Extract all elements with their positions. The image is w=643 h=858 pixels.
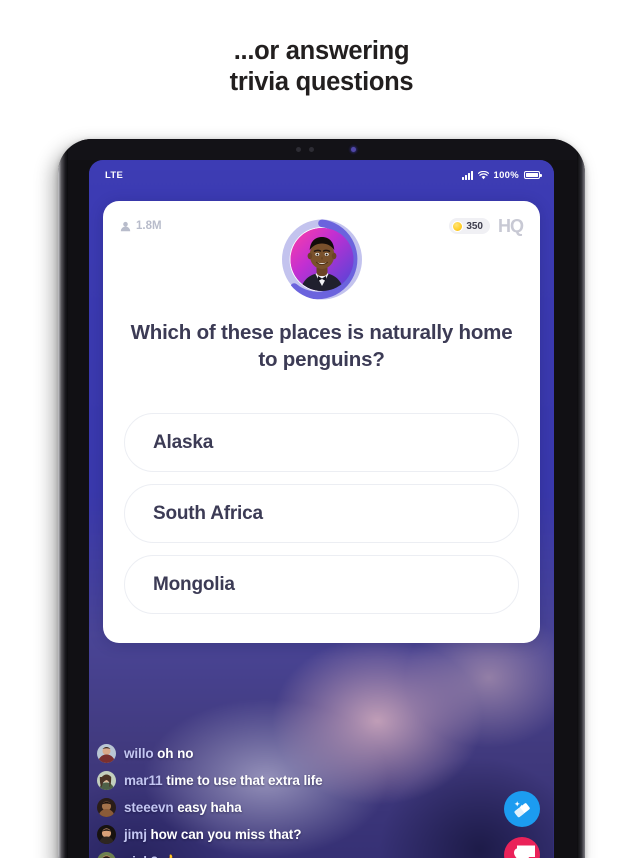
- comment-button[interactable]: [504, 837, 540, 858]
- battery-icon: [524, 171, 542, 179]
- question-card: 1.8M 350 HQ Which of these places is nat…: [103, 201, 540, 643]
- chat-body: how can you miss that?: [150, 827, 302, 842]
- status-bar: LTE 100%: [89, 160, 554, 190]
- status-bar-right: 100%: [461, 169, 542, 181]
- question-text: Which of these places is naturally home …: [130, 321, 513, 371]
- sensor-dot-icon: [309, 147, 314, 152]
- wifi-icon: [477, 170, 489, 180]
- speech-bubble-icon: [517, 845, 535, 858]
- answer-list: Alaska South Africa Mongolia: [124, 413, 519, 614]
- avatar: [97, 825, 116, 844]
- answer-option-3[interactable]: Mongolia: [124, 555, 519, 614]
- viewer-count-label: 1.8M: [136, 220, 162, 232]
- avatar: [97, 771, 116, 790]
- carrier-label: LTE: [105, 169, 124, 181]
- coin-icon: [452, 220, 464, 232]
- viewer-count: 1.8M: [120, 220, 162, 232]
- page-root: ...or answering trivia questions LTE 100…: [0, 0, 643, 858]
- avatar: [97, 798, 116, 817]
- avatar: [97, 852, 116, 858]
- chat-username: steeevn: [124, 800, 174, 815]
- chat-body: time to use that extra life: [166, 773, 323, 788]
- avatar: [97, 744, 116, 763]
- chat-username: mar11: [124, 773, 163, 788]
- chat-username: jimj: [124, 827, 147, 842]
- front-camera-icon: [351, 147, 356, 152]
- chat-message-text: steeevn easy haha: [124, 800, 242, 815]
- chat-body: 👍: [162, 854, 179, 858]
- hq-logo: HQ: [498, 216, 524, 236]
- device-screen: LTE 100% 1.8M 350 HQ Which of these plac…: [89, 160, 554, 858]
- chat-list: willo oh no mar11 time to use that extra…: [89, 740, 554, 858]
- chat-message: willo oh no: [97, 740, 554, 767]
- chat-body: easy haha: [177, 800, 242, 815]
- eraser-button[interactable]: [504, 791, 540, 827]
- device-bezel-top: [68, 139, 577, 160]
- chat-message: jimj how can you miss that?: [97, 821, 554, 848]
- chat-message-text: jimj how can you miss that?: [124, 827, 301, 842]
- coin-balance[interactable]: 350: [449, 218, 490, 234]
- chat-message-text: nick2 👍: [124, 854, 179, 858]
- card-header-right: 350 HQ: [449, 216, 524, 236]
- host-photo: [290, 228, 353, 291]
- page-title-line-1: ...or answering: [233, 37, 410, 65]
- chat-username: nick2: [124, 854, 158, 858]
- chat-username: willo: [124, 746, 154, 761]
- chat-body: oh no: [157, 746, 194, 761]
- device-edge-right: [577, 139, 585, 858]
- page-title: ...or answering trivia questions: [0, 36, 643, 98]
- host-avatar: [281, 219, 362, 300]
- chat-message: nick2 👍: [97, 848, 554, 858]
- person-icon: [120, 221, 131, 232]
- eraser-sparkle-icon: [514, 801, 530, 818]
- coin-amount-label: 350: [466, 220, 483, 232]
- answer-option-1[interactable]: Alaska: [124, 413, 519, 472]
- sensor-dot-icon: [296, 147, 301, 152]
- battery-percent-label: 100%: [493, 169, 519, 181]
- tablet-device: LTE 100% 1.8M 350 HQ Which of these plac…: [58, 139, 585, 858]
- chat-message-text: willo oh no: [124, 746, 194, 761]
- chat-message: mar11 time to use that extra life: [97, 767, 554, 794]
- signal-bars-icon: [461, 170, 473, 180]
- action-button-group: [504, 791, 540, 858]
- answer-option-2[interactable]: South Africa: [124, 484, 519, 543]
- device-edge-left: [58, 139, 68, 858]
- chat-message-text: mar11 time to use that extra life: [124, 773, 323, 788]
- chat-message: steeevn easy haha: [97, 794, 554, 821]
- page-title-line-2: trivia questions: [229, 68, 414, 96]
